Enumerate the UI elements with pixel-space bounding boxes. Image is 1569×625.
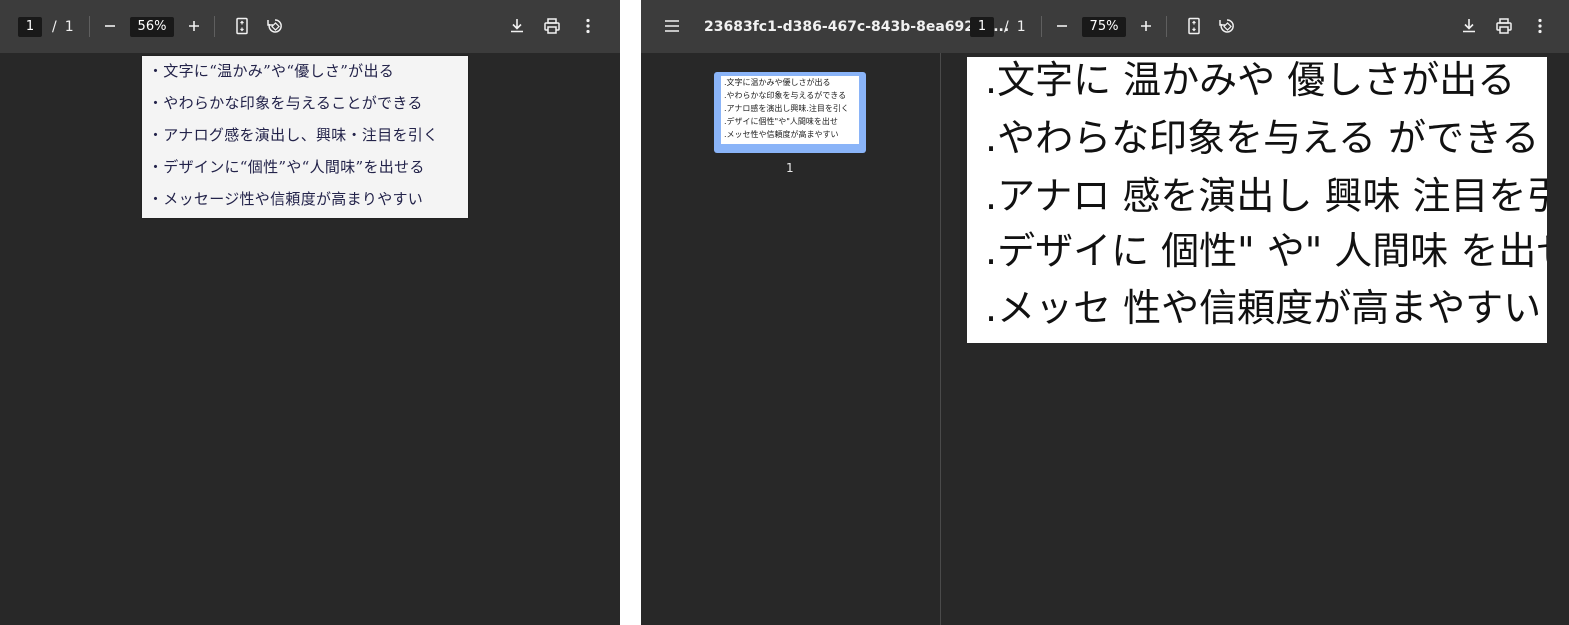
zoom-field: 75% xyxy=(1082,0,1126,53)
pdf-page: .文字に 温かみや 優しさが出る .やわらな印象を与える ができる .アナロ 感… xyxy=(967,57,1547,343)
thumbnail-text-line: .文字に温かみや優しさが出る xyxy=(724,78,831,87)
page-total: 1 xyxy=(1016,18,1026,35)
page-text-line: ・アナログ感を演出し、興味・注目を引く xyxy=(148,126,439,144)
download-icon[interactable] xyxy=(1459,16,1479,36)
page-number-input[interactable]: 1 xyxy=(970,16,994,37)
page-selector: 1 / 1 xyxy=(18,0,74,53)
page-text-line: .アナロ 感を演出し 興味 注目を引く xyxy=(985,174,1547,218)
fit-page-icon[interactable] xyxy=(232,16,252,36)
right-toolbar: 23683fc1-d386-467c-843b-8ea6927e... 1 / … xyxy=(641,0,1569,53)
minus-icon[interactable] xyxy=(100,16,120,36)
page-thumbnail[interactable]: .文字に温かみや優しさが出る .やわらかな印象を与えるができる .アナロ感を演出… xyxy=(714,72,866,153)
thumbnail-text-line: .やわらかな印象を与えるができる xyxy=(724,91,847,100)
page-number-input[interactable]: 1 xyxy=(18,16,42,37)
left-toolbar: 1 / 1 56% xyxy=(0,0,620,53)
page-text-line: .メッセ 性や信頼度が高まやすい xyxy=(985,286,1542,330)
plus-icon[interactable] xyxy=(184,16,204,36)
thumbnail-sidebar: .文字に温かみや優しさが出る .やわらかな印象を与えるができる .アナロ感を演出… xyxy=(641,53,941,625)
download-icon[interactable] xyxy=(507,16,527,36)
page-total: 1 xyxy=(64,18,74,35)
more-vert-icon[interactable] xyxy=(1530,16,1550,36)
zoom-input[interactable]: 75% xyxy=(1082,16,1126,37)
page-text-line: ・メッセージ性や信頼度が高まりやすい xyxy=(148,190,424,208)
toolbar-divider xyxy=(1166,16,1167,37)
toolbar-divider xyxy=(214,16,215,37)
page-text-line: ・文字に“温かみ”や“優しさ”が出る xyxy=(148,62,395,80)
zoom-input[interactable]: 56% xyxy=(130,16,174,37)
thumbnail-page: .文字に温かみや優しさが出る .やわらかな印象を与えるができる .アナロ感を演出… xyxy=(721,76,859,144)
print-icon[interactable] xyxy=(542,16,562,36)
menu-icon[interactable] xyxy=(662,16,682,36)
minus-icon[interactable] xyxy=(1052,16,1072,36)
thumbnail-text-line: .デザイに個性"や"人間味を出せ xyxy=(724,117,838,126)
page-separator: / xyxy=(52,18,57,35)
thumbnail-text-line: .メッセ性や信頼度が高まやすい xyxy=(724,130,839,139)
pdf-page: ・文字に“温かみ”や“優しさ”が出る ・やわらかな印象を与えることができる ・ア… xyxy=(142,56,468,218)
right-pdf-viewer: 23683fc1-d386-467c-843b-8ea6927e... 1 / … xyxy=(641,0,1569,625)
left-pdf-viewer: 1 / 1 56% ・文字に“温かみ”や“優しさ”が出る ・やわらかな印象を与え… xyxy=(0,0,620,625)
rotate-icon[interactable] xyxy=(265,16,285,36)
thumbnail-page-number: 1 xyxy=(786,161,794,175)
page-separator: / xyxy=(1004,18,1009,35)
thumbnail-text-line: .アナロ感を演出し興味.注目を引く xyxy=(724,104,849,113)
print-icon[interactable] xyxy=(1494,16,1514,36)
page-text-line: ・やわらかな印象を与えることができる xyxy=(148,94,423,112)
toolbar-divider xyxy=(1041,16,1042,37)
page-selector: 1 / 1 xyxy=(970,0,1026,53)
rotate-icon[interactable] xyxy=(1217,16,1237,36)
page-text-line: ・デザインに“個性”や“人間味”を出せる xyxy=(148,158,425,176)
zoom-field: 56% xyxy=(130,0,174,53)
page-text-line: .文字に 温かみや 優しさが出る xyxy=(985,58,1516,102)
toolbar-divider xyxy=(89,16,90,37)
fit-page-icon[interactable] xyxy=(1184,16,1204,36)
document-title-text: 23683fc1-d386-467c-843b-8ea6927e... xyxy=(704,18,1010,35)
page-text-line: .デザイに 個性" や" 人間味 を出せ xyxy=(985,229,1547,273)
document-title: 23683fc1-d386-467c-843b-8ea6927e... xyxy=(704,0,1009,53)
plus-icon[interactable] xyxy=(1136,16,1156,36)
more-vert-icon[interactable] xyxy=(578,16,598,36)
page-text-line: .やわらな印象を与える ができる xyxy=(985,116,1540,160)
